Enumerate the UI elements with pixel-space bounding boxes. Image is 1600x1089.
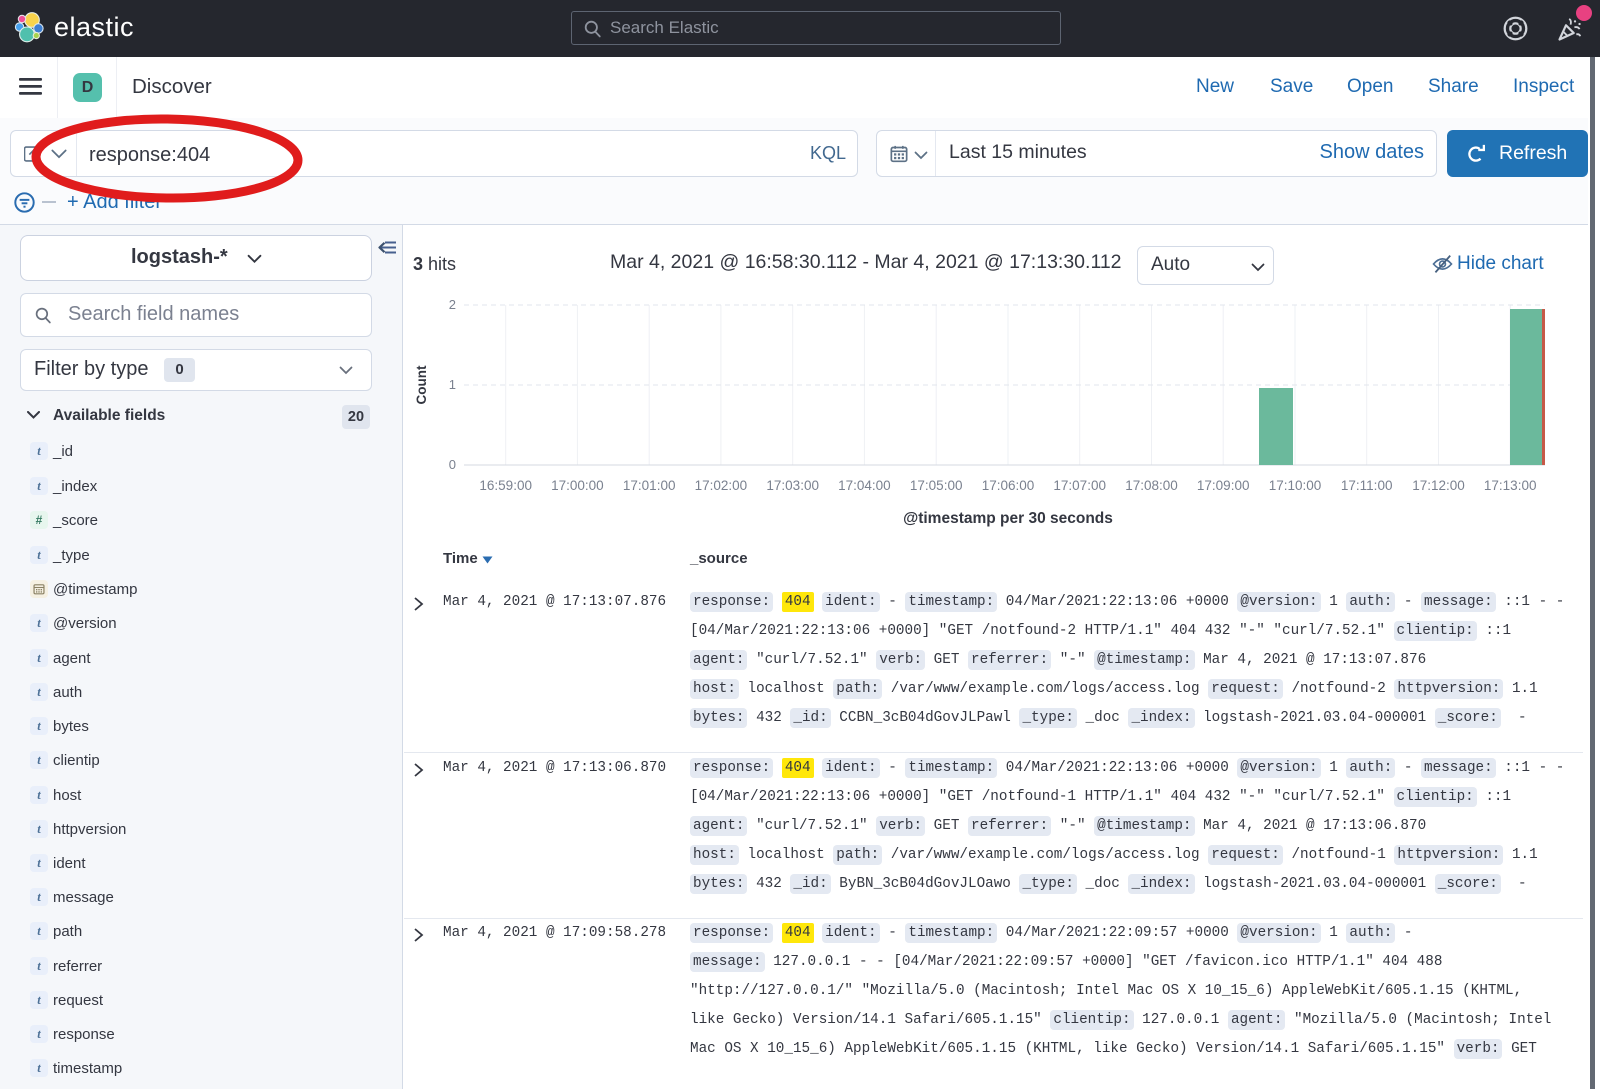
- svg-text:17:07:00: 17:07:00: [1053, 478, 1106, 493]
- svg-text:17:02:00: 17:02:00: [695, 478, 748, 493]
- svg-text:17:10:00: 17:10:00: [1269, 478, 1322, 493]
- svg-text:17:04:00: 17:04:00: [838, 478, 891, 493]
- svg-text:17:13:00: 17:13:00: [1484, 478, 1537, 493]
- svg-text:17:09:00: 17:09:00: [1197, 478, 1250, 493]
- svg-text:17:06:00: 17:06:00: [982, 478, 1035, 493]
- svg-text:Count: Count: [414, 365, 429, 404]
- svg-text:17:08:00: 17:08:00: [1125, 478, 1178, 493]
- svg-text:17:03:00: 17:03:00: [766, 478, 819, 493]
- svg-text:0: 0: [449, 457, 456, 472]
- svg-text:@timestamp per 30 seconds: @timestamp per 30 seconds: [903, 510, 1113, 527]
- svg-text:17:12:00: 17:12:00: [1412, 478, 1465, 493]
- svg-text:17:01:00: 17:01:00: [623, 478, 676, 493]
- svg-text:2: 2: [449, 297, 456, 312]
- svg-text:17:05:00: 17:05:00: [910, 478, 963, 493]
- svg-text:16:59:00: 16:59:00: [479, 478, 532, 493]
- svg-text:1: 1: [449, 377, 456, 392]
- svg-text:17:11:00: 17:11:00: [1341, 478, 1393, 493]
- svg-text:17:00:00: 17:00:00: [551, 478, 604, 493]
